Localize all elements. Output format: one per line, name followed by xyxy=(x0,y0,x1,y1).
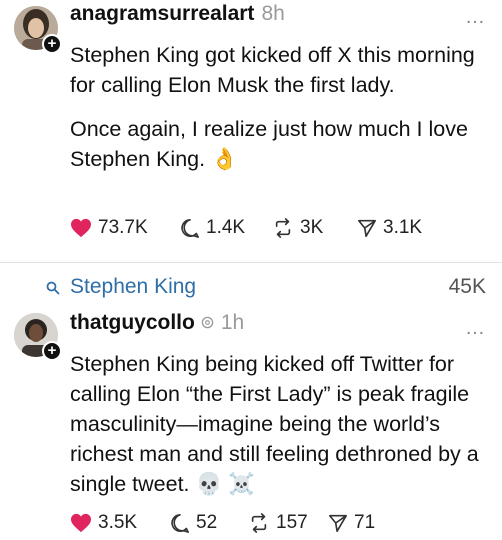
share-button[interactable]: 71 xyxy=(328,512,375,534)
reply-icon xyxy=(181,219,199,238)
reply-button[interactable]: 1.4K xyxy=(180,217,272,239)
timestamp: 8h xyxy=(261,2,285,25)
timestamp: 1h xyxy=(220,311,245,334)
reply-count: 52 xyxy=(196,512,218,533)
share-count: 71 xyxy=(354,512,376,533)
like-count: 3.5K xyxy=(98,512,138,533)
repost-icon xyxy=(275,218,291,238)
share-icon xyxy=(329,514,347,532)
post-actions: 73.7K 1.4K 3K 3.1K xyxy=(70,215,422,241)
repost-icon xyxy=(251,513,267,533)
search-icon xyxy=(46,281,60,295)
follow-plus-icon[interactable]: + xyxy=(42,34,62,54)
post-thatguycollo: + thatguycollo 1h … Stephen King being k… xyxy=(0,305,502,540)
repost-button[interactable]: 3K xyxy=(272,217,357,239)
like-count: 73.7K xyxy=(98,217,148,238)
search-count: 45K xyxy=(448,275,486,298)
post-paragraph: Stephen King being kicked off Twitter fo… xyxy=(70,352,479,496)
reply-icon xyxy=(171,514,189,533)
more-options-icon[interactable]: … xyxy=(465,318,486,338)
share-button[interactable]: 3.1K xyxy=(357,217,422,239)
search-term-link[interactable]: Stephen King xyxy=(70,275,196,299)
like-button[interactable]: 73.7K xyxy=(70,217,180,239)
post-anagramsurrealart: + anagramsurrealart 8h … Stephen King go… xyxy=(0,0,502,262)
reply-button[interactable]: 52 xyxy=(170,512,248,534)
avatar[interactable]: + xyxy=(14,6,62,54)
share-icon xyxy=(358,219,376,237)
post-paragraph: Stephen King got kicked off X this morni… xyxy=(70,43,475,97)
post-paragraph: Once again, I realize just how much I lo… xyxy=(70,117,468,171)
post-header: anagramsurrealart 8h xyxy=(70,2,285,28)
post-text: Stephen King being kicked off Twitter fo… xyxy=(70,349,490,499)
username[interactable]: thatguycollo xyxy=(70,311,195,335)
avatar[interactable]: + xyxy=(14,313,62,361)
reply-count: 1.4K xyxy=(206,217,246,238)
post-actions: 3.5K 52 157 71 xyxy=(70,510,375,536)
more-options-icon[interactable]: … xyxy=(465,7,486,27)
post-text: Stephen King got kicked off X this morni… xyxy=(70,40,490,174)
share-count: 3.1K xyxy=(383,217,423,238)
heart-icon xyxy=(71,513,91,533)
heart-icon xyxy=(71,218,91,238)
repost-button[interactable]: 157 xyxy=(248,512,328,534)
follow-plus-icon[interactable]: + xyxy=(42,341,62,361)
repost-count: 3K xyxy=(300,217,324,238)
post-header: thatguycollo 1h xyxy=(70,311,244,337)
divider xyxy=(0,262,502,263)
username[interactable]: anagramsurrealart xyxy=(70,2,254,26)
threads-badge-icon xyxy=(201,316,214,332)
like-button[interactable]: 3.5K xyxy=(70,512,170,534)
search-suggestion-row[interactable]: Stephen King 45K xyxy=(0,275,502,301)
repost-count: 157 xyxy=(276,512,308,533)
